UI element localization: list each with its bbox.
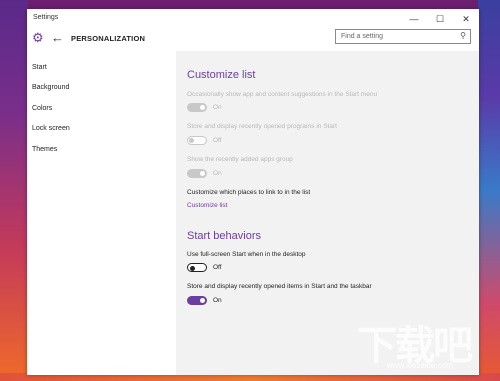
customize-list-heading: Customize list [187, 69, 256, 81]
setting-label-recent-items: Store and display recently opened items … [187, 283, 372, 290]
full-screen-toggle[interactable] [187, 263, 207, 272]
sidebar-item-lock-screen[interactable]: Lock screen [32, 125, 70, 132]
customize-list-link[interactable]: Customize list [187, 202, 227, 209]
search-input[interactable]: Find a setting ⚲ [335, 29, 471, 44]
window-controls: — ☐ ✕ [401, 9, 479, 29]
recent-items-state: On [213, 297, 222, 304]
toggle-knob [200, 105, 205, 110]
start-behaviors-heading: Start behaviors [187, 230, 261, 242]
title-bar: Settings — ☐ ✕ [27, 9, 479, 29]
desktop-background-left [0, 0, 28, 381]
gear-icon: ⚙ [32, 30, 44, 45]
sidebar-item-start[interactable]: Start [32, 64, 47, 71]
recently-added-state: On [213, 170, 222, 177]
sidebar-item-background[interactable]: Background [32, 84, 69, 91]
desktop-background-right [478, 0, 500, 381]
full-screen-state: Off [213, 264, 222, 271]
suggestions-state: On [213, 104, 222, 111]
toggle-knob [189, 138, 194, 143]
watermark-url: www.xiazaiba.com [387, 361, 453, 370]
toggle-knob [190, 265, 195, 271]
close-button[interactable]: ✕ [453, 9, 479, 29]
recent-items-toggle[interactable] [187, 296, 207, 305]
sidebar-item-themes[interactable]: Themes [32, 146, 57, 153]
setting-label-suggestions: Occasionally show app and content sugges… [187, 91, 378, 98]
recent-programs-state: Off [213, 137, 222, 144]
setting-label-recent-programs: Store and display recently opened progra… [187, 123, 337, 130]
sidebar-item-colors[interactable]: Colors [32, 105, 52, 112]
watermark-logo: 下载吧 www.xiazaiba.com [357, 313, 477, 375]
recently-added-toggle[interactable] [187, 169, 207, 178]
toggle-knob [200, 171, 205, 176]
suggestions-toggle[interactable] [187, 103, 207, 112]
sidebar: Start Background Colors Lock screen Them… [27, 51, 176, 375]
setting-label-full-screen: Use full-screen Start when in the deskto… [187, 251, 306, 258]
minimize-button[interactable]: — [401, 9, 427, 29]
search-placeholder: Find a setting [341, 33, 384, 40]
search-icon[interactable]: ⚲ [460, 31, 466, 40]
back-arrow-icon[interactable]: ← [51, 30, 64, 45]
maximize-button[interactable]: ☐ [427, 9, 453, 29]
page-title: PERSONALIZATION [71, 34, 146, 43]
recent-programs-toggle[interactable] [187, 136, 207, 145]
customize-places-text: Customize which places to link to in the… [187, 189, 311, 196]
toggle-knob [200, 298, 205, 303]
page-header: ⚙ ← PERSONALIZATION Find a setting ⚲ [27, 29, 479, 51]
window-title: Settings [33, 14, 59, 21]
setting-label-recently-added: Show the recently added apps group [187, 156, 293, 163]
